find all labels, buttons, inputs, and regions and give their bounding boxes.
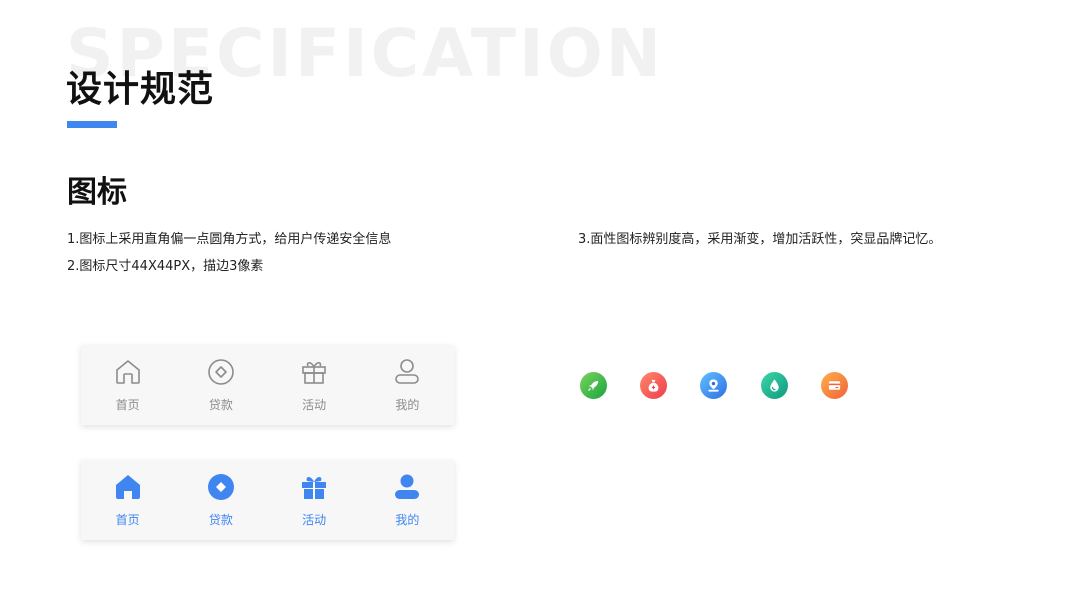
tab-label: 首页 bbox=[115, 513, 140, 527]
tab-label: 首页 bbox=[115, 398, 140, 412]
tabbar-outline: 首页 贷款 活动 我的 bbox=[81, 345, 454, 425]
tab-label: 我的 bbox=[395, 513, 420, 527]
tab-me-outline[interactable]: 我的 bbox=[361, 345, 454, 425]
gift-filled-icon bbox=[302, 477, 327, 499]
tab-loan-outline[interactable]: 贷款 bbox=[174, 345, 267, 425]
tab-loan-filled[interactable]: 贷款 bbox=[174, 460, 267, 540]
tab-gift-outline[interactable]: 活动 bbox=[268, 345, 361, 425]
description-1: 1.图标上采用直角偏一点圆角方式，给用户传递安全信息 bbox=[67, 232, 392, 247]
tab-label: 贷款 bbox=[208, 398, 233, 412]
tabbar-filled: 首页 贷款 活动 我的 bbox=[81, 460, 454, 540]
tab-me-filled[interactable]: 我的 bbox=[361, 460, 454, 540]
tab-home-filled[interactable]: 首页 bbox=[81, 460, 174, 540]
tab-gift-filled[interactable]: 活动 bbox=[268, 460, 361, 540]
user-filled-icon bbox=[395, 474, 420, 499]
user-outline-icon bbox=[395, 359, 420, 384]
section-title: 图标 bbox=[67, 175, 127, 210]
rocket-icon bbox=[580, 372, 607, 399]
loan-outline-icon bbox=[208, 359, 234, 385]
tab-home-outline[interactable]: 首页 bbox=[81, 345, 174, 425]
page-title: 设计规范 bbox=[66, 69, 215, 110]
tab-label: 贷款 bbox=[208, 513, 233, 527]
location-pin-icon bbox=[700, 372, 727, 399]
money-bag-icon bbox=[640, 372, 667, 399]
description-3: 3.面性图标辨别度高，采用渐变，增加活跃性，突显品牌记忆。 bbox=[578, 232, 942, 247]
water-drop-icon bbox=[761, 372, 788, 399]
title-underline bbox=[67, 121, 117, 128]
tab-label: 活动 bbox=[302, 513, 327, 527]
home-filled-icon bbox=[115, 475, 140, 499]
loan-filled-icon bbox=[207, 474, 234, 500]
tab-label: 活动 bbox=[302, 398, 327, 412]
card-icon bbox=[821, 372, 848, 399]
home-outline-icon bbox=[115, 360, 140, 384]
gift-outline-icon bbox=[302, 361, 326, 384]
tab-label: 我的 bbox=[395, 398, 420, 412]
description-2: 2.图标尺寸44X44PX，描边3像素 bbox=[67, 259, 264, 274]
